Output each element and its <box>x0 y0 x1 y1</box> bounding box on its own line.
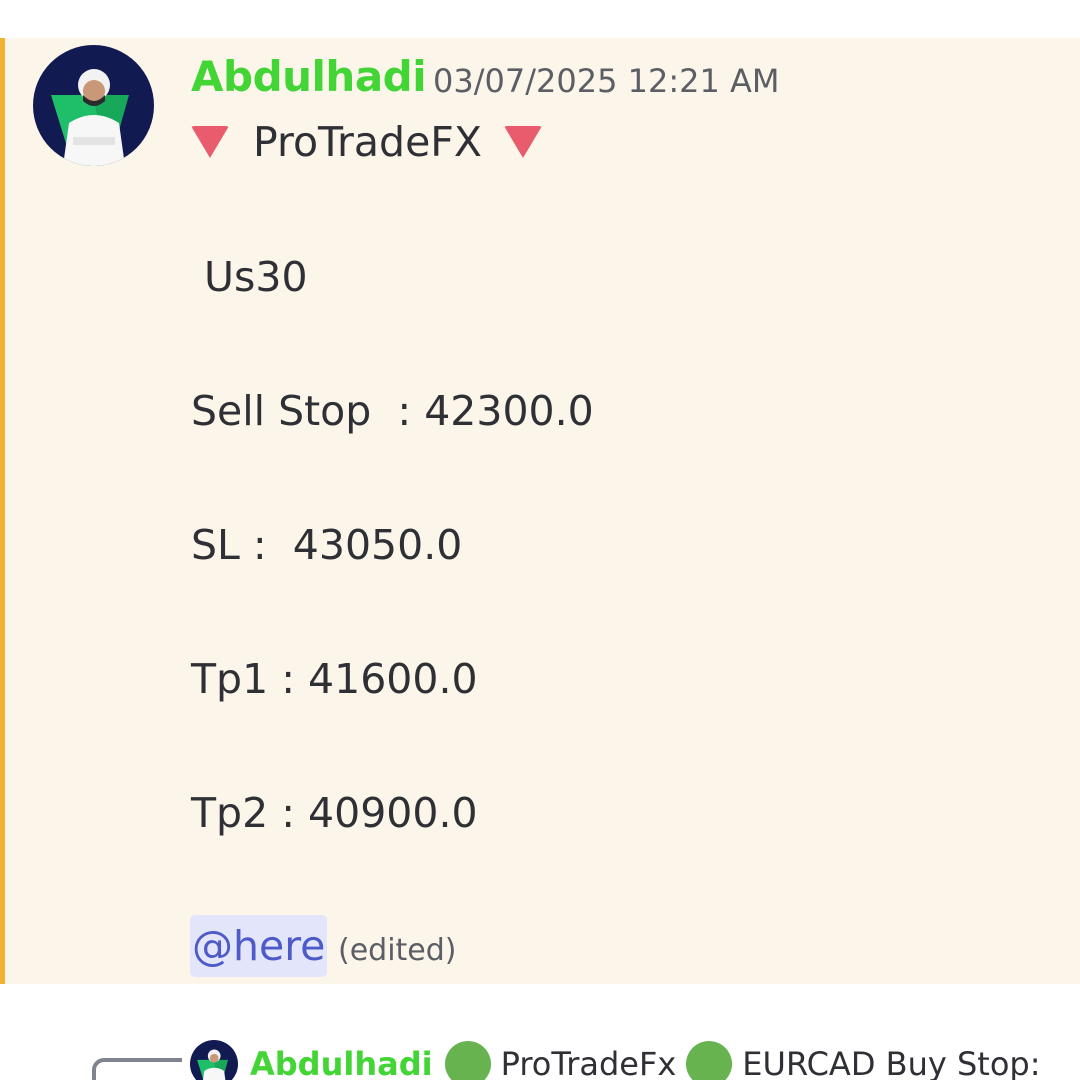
reply-author[interactable]: Abdulhadi <box>250 1045 433 1080</box>
message-author[interactable]: Abdulhadi <box>191 52 427 101</box>
message-line-tp2: Tp2 : 40900.0 <box>191 789 478 837</box>
message-line-symbol: Us30 <box>191 253 308 301</box>
message-title: ProTradeFX <box>253 118 482 166</box>
message-line-tp1: Tp1 : 41600.0 <box>191 655 478 703</box>
reply-snippet: EURCAD Buy Stop: <box>742 1045 1041 1080</box>
message-timestamp: 03/07/2025 12:21 AM <box>433 62 780 100</box>
reply-author-avatar[interactable] <box>190 1040 238 1080</box>
message-title-line: ProTradeFX <box>191 118 542 166</box>
reply-channel-text: ProTradeFx <box>500 1045 677 1080</box>
mention-highlight-bar <box>0 38 5 984</box>
reply-preview[interactable]: Abdulhadi ProTradeFx EURCAD Buy Stop: <box>250 1040 1051 1080</box>
green-circle-icon <box>444 1041 491 1080</box>
red-triangle-down-icon <box>503 126 542 158</box>
reply-spine <box>92 1058 182 1080</box>
message-line-sell-stop: Sell Stop : 42300.0 <box>191 387 594 435</box>
here-mention[interactable]: @here <box>190 915 328 977</box>
green-circle-icon <box>686 1041 733 1080</box>
red-triangle-down-icon <box>191 126 229 158</box>
edited-label: (edited) <box>338 933 457 968</box>
chat-view: Abdulhadi 03/07/2025 12:21 AM ProTradeFX… <box>0 0 1080 1080</box>
message-line-sl: SL : 43050.0 <box>191 521 463 569</box>
author-avatar[interactable] <box>33 45 154 166</box>
message-highlight <box>0 38 1080 984</box>
